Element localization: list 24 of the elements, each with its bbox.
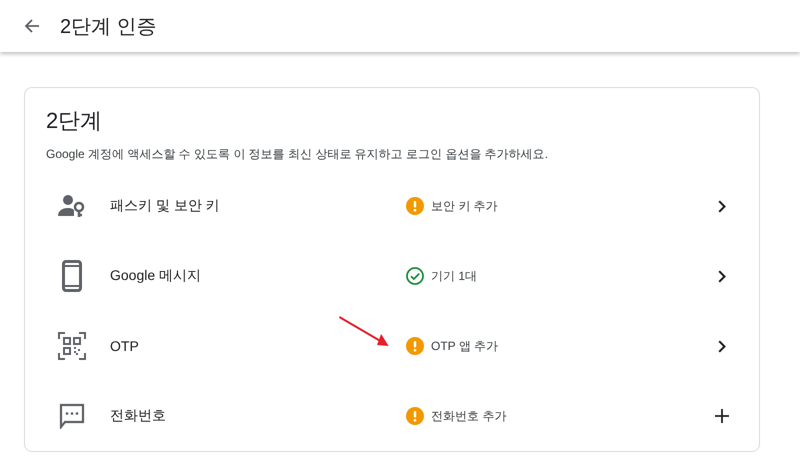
phone-icon bbox=[62, 260, 82, 292]
row-label: OTP bbox=[110, 338, 140, 354]
back-arrow-icon bbox=[24, 18, 40, 34]
settings-row[interactable]: 패스키 및 보안 키 보안 키 추가 bbox=[25, 171, 759, 241]
row-label: 패스키 및 보안 키 bbox=[110, 197, 221, 215]
message-icon bbox=[58, 403, 84, 429]
chevron-right-icon[interactable] bbox=[718, 200, 726, 212]
status-text: OTP 앱 추가 bbox=[431, 338, 498, 354]
status-text: 기기 1대 bbox=[431, 268, 478, 284]
qr-code-icon bbox=[58, 332, 86, 360]
person-key-icon bbox=[58, 194, 86, 218]
page-title: 2단계 인증 bbox=[60, 14, 157, 40]
status-text: 전화번호 추가 bbox=[431, 408, 506, 424]
card-title: 2단계 bbox=[45, 107, 104, 135]
chevron-right-icon[interactable] bbox=[718, 270, 726, 282]
row-label: Google 메시지 bbox=[110, 267, 202, 285]
card-description: Google 계정에 액세스할 수 있도록 이 정보를 최신 상태로 유지하고 로그인 옵션을 추가하세요. bbox=[45, 146, 550, 163]
settings-row[interactable]: Google 메시지 기기 1대 bbox=[25, 241, 759, 311]
plus-icon[interactable] bbox=[715, 409, 729, 423]
status-text: 보안 키 추가 bbox=[431, 198, 498, 214]
row-label: 전화번호 bbox=[110, 407, 167, 425]
chevron-right-icon[interactable] bbox=[718, 340, 726, 352]
settings-row[interactable]: OTP OTP 앱 추가 bbox=[25, 311, 759, 381]
settings-row[interactable]: 전화번호 전화번호 추가 bbox=[25, 381, 759, 451]
